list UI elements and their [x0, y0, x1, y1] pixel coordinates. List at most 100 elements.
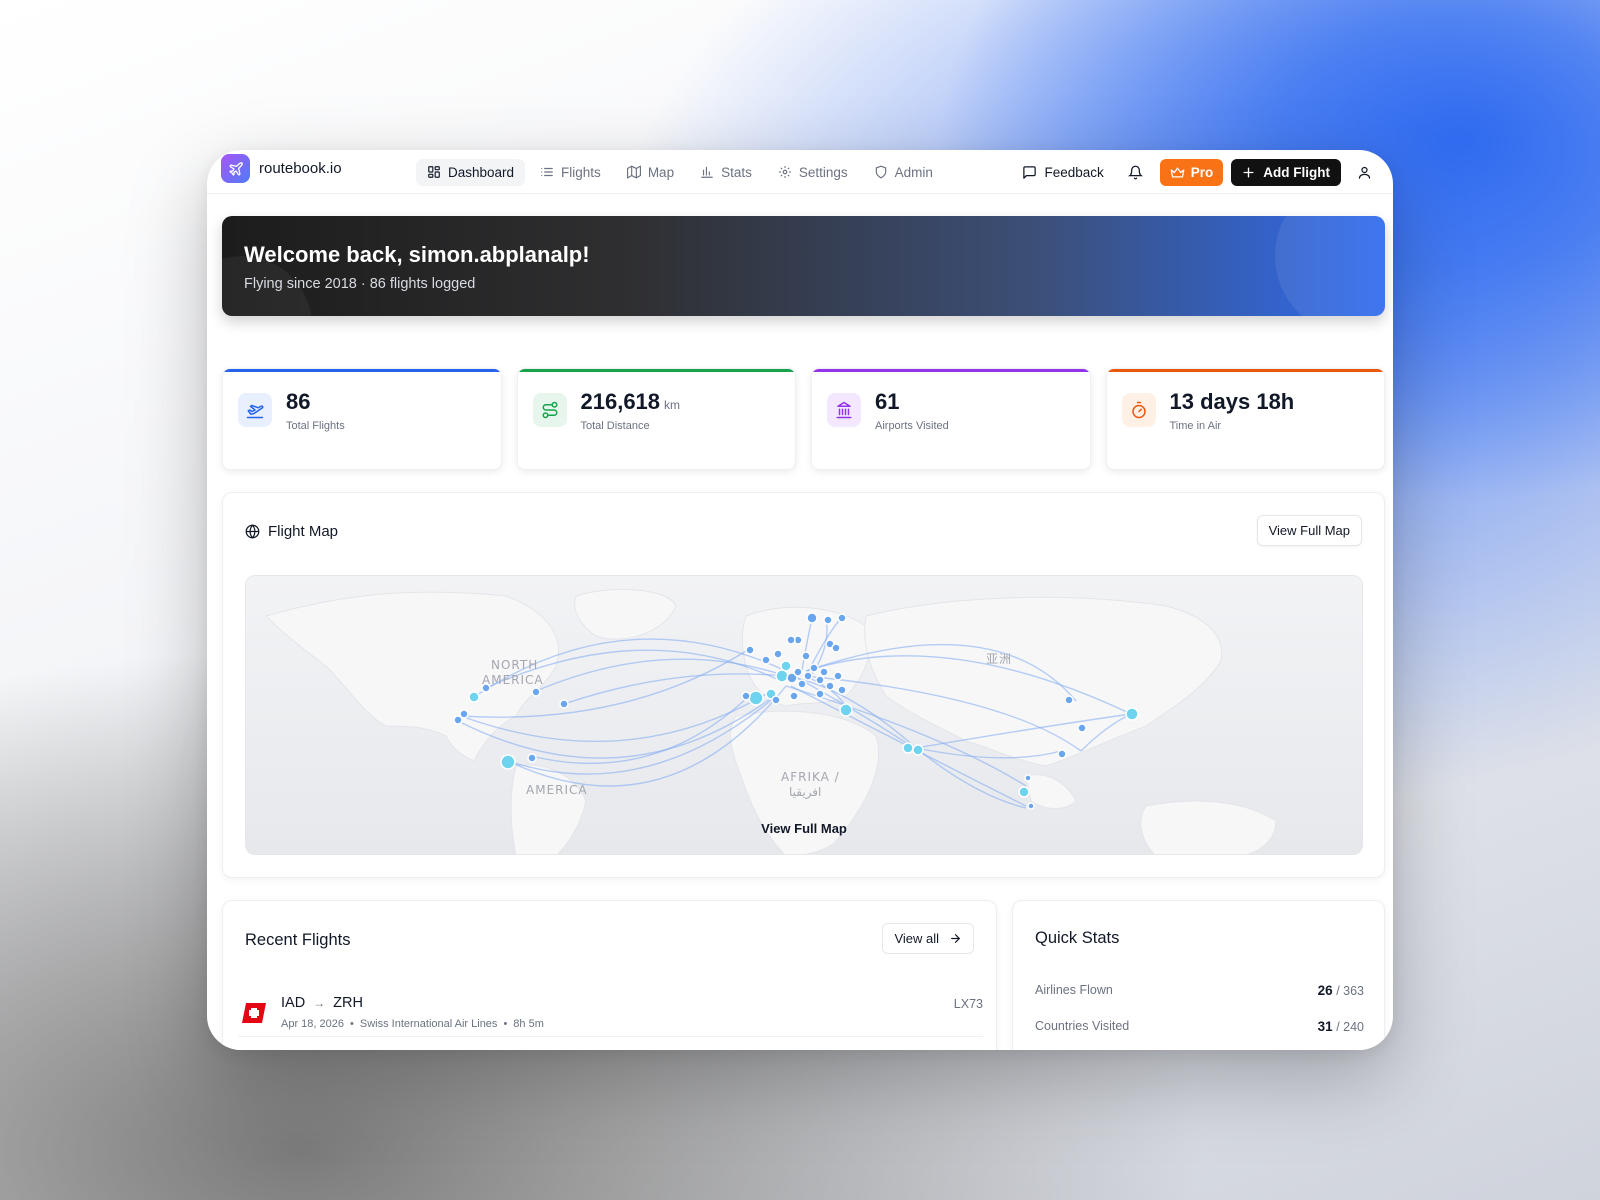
flight-airline: Swiss International Air Lines	[359, 1018, 498, 1030]
map-label-asia: 亚洲	[986, 652, 1012, 666]
welcome-title: Welcome back, simon.abplanalp!	[244, 242, 590, 267]
quick-stats-title: Quick Stats	[1035, 929, 1120, 947]
nav-stats[interactable]: Stats	[689, 159, 763, 186]
flight-route: IAD → ZRH	[281, 995, 363, 1011]
nav-actions: Feedback Pro Add Flight	[1014, 150, 1379, 194]
flight-map-title-text: Flight Map	[268, 523, 339, 540]
stat-label: Time in Air	[1169, 420, 1222, 432]
route-icon	[532, 393, 567, 427]
map-icon	[626, 165, 641, 179]
stat-card-total-flights: 86 Total Flights	[222, 368, 502, 470]
main-menu: Dashboard Flights Map Stats Settings Adm…	[416, 150, 944, 194]
flight-row[interactable]: IAD → ZRH Apr 18, 2026 • Swiss Internati…	[238, 987, 983, 1037]
notifications-button[interactable]	[1120, 157, 1152, 187]
dot-separator-icon: •	[350, 1018, 354, 1030]
brand-name: routebook.io	[259, 160, 342, 177]
add-flight-label: Add Flight	[1263, 164, 1330, 180]
add-flight-button[interactable]: Add Flight	[1231, 158, 1341, 186]
feedback-label: Feedback	[1044, 164, 1104, 180]
view-full-map-button[interactable]: View Full Map	[1256, 515, 1362, 546]
brand[interactable]: routebook.io	[221, 154, 342, 183]
user-icon	[1358, 166, 1370, 179]
map-label-south-america: AMERICA	[526, 783, 588, 797]
nav-settings-label: Settings	[798, 164, 848, 180]
nav-settings[interactable]: Settings	[767, 159, 859, 186]
stat-unit: km	[664, 398, 681, 412]
welcome-subtitle: Flying since 2018 · 86 flights logged	[244, 276, 476, 292]
stat-accent-bar	[812, 369, 1090, 372]
landmark-icon	[827, 393, 861, 427]
nav-admin-label: Admin	[894, 164, 933, 180]
flight-map-card: Flight Map View Full Map NORTH AMERICA A…	[222, 492, 1385, 878]
map-label-north: NORTH	[491, 658, 538, 672]
flight-number: LX73	[953, 997, 983, 1011]
nav-flights-label: Flights	[561, 164, 601, 180]
world-map[interactable]: NORTH AMERICA AMERICA AFRIKA / افريقيا 亚…	[245, 575, 1363, 855]
plane-logo-icon	[221, 154, 250, 183]
nav-stats-label: Stats	[721, 164, 752, 180]
nav-dashboard-label: Dashboard	[448, 164, 515, 180]
gear-icon	[779, 166, 791, 178]
shield-icon	[875, 165, 886, 179]
stat-card-total-distance: 216,618 km Total Distance	[516, 368, 796, 470]
quick-stat-label: Countries Visited	[1035, 1019, 1130, 1033]
nav-map-label: Map	[647, 164, 675, 180]
nav-map[interactable]: Map	[616, 159, 685, 186]
welcome-banner: Welcome back, simon.abplanalp! Flying si…	[222, 216, 1385, 316]
crown-icon	[1170, 167, 1185, 177]
stat-value: 61	[875, 389, 900, 414]
map-label-north-america: AMERICA	[482, 673, 544, 687]
nav-dashboard[interactable]: Dashboard	[416, 158, 526, 186]
globe-icon	[245, 524, 260, 539]
bell-icon	[1128, 165, 1144, 179]
stat-label: Airports Visited	[875, 420, 949, 432]
user-menu-button[interactable]	[1349, 157, 1379, 187]
map-canvas: NORTH AMERICA AMERICA AFRIKA / افريقيا 亚…	[246, 576, 1362, 854]
recent-flights-card: Recent Flights View all IAD → ZRH Apr 18…	[222, 900, 997, 1050]
nav-flights[interactable]: Flights	[529, 159, 612, 186]
pro-label: Pro	[1190, 164, 1214, 180]
stat-accent-bar	[517, 369, 795, 372]
dashboard-icon	[428, 166, 440, 178]
plus-icon	[1243, 166, 1254, 178]
map-label-africa-arabic: افريقيا	[789, 785, 821, 800]
feedback-button[interactable]: Feedback	[1014, 160, 1111, 185]
swiss-airline-logo-icon	[242, 1003, 266, 1023]
flight-meta: Apr 18, 2026 • Swiss International Air L…	[281, 1018, 544, 1030]
flight-destination: ZRH	[333, 995, 363, 1011]
map-view-full-map-link[interactable]: View Full Map	[761, 821, 847, 836]
flight-date: Apr 18, 2026	[281, 1018, 344, 1030]
stat-value: 86	[286, 389, 311, 414]
quick-stats-card: Quick Stats Airlines Flown 26 / 363 Coun…	[1012, 900, 1385, 1050]
arrow-right-icon	[951, 934, 960, 943]
quick-stat-airlines: Airlines Flown 26 / 363	[1035, 983, 1364, 998]
quick-stat-value: 31 / 240	[1317, 1019, 1364, 1034]
nav-admin[interactable]: Admin	[863, 159, 944, 186]
view-all-flights-button[interactable]: View all	[882, 923, 974, 954]
top-nav: routebook.io Dashboard Flights Map Stats	[207, 150, 1393, 194]
dot-separator-icon: •	[503, 1018, 508, 1030]
app-window: routebook.io Dashboard Flights Map Stats	[207, 150, 1393, 1050]
stat-card-airports-visited: 61 Airports Visited	[811, 368, 1091, 470]
quick-stat-label: Airlines Flown	[1035, 983, 1113, 997]
stat-accent-bar	[223, 369, 501, 372]
stat-label: Total Flights	[286, 420, 345, 432]
quick-stat-value: 26 / 363	[1317, 983, 1364, 998]
timer-icon	[1121, 393, 1156, 427]
stats-row: 86 Total Flights 216,618 km Total Distanc…	[222, 368, 1385, 470]
list-icon	[541, 167, 553, 177]
pro-button[interactable]: Pro	[1159, 158, 1224, 186]
message-square-icon	[1023, 165, 1037, 179]
plane-departure-icon	[238, 393, 272, 427]
stat-value: 216,618 km	[580, 389, 681, 414]
stat-accent-bar	[1106, 369, 1384, 372]
map-label-africa: AFRIKA /	[781, 770, 840, 784]
stat-label: Total Distance	[580, 420, 650, 432]
flight-origin: IAD	[281, 995, 306, 1011]
stat-card-time-in-air: 13 days 18h Time in Air	[1105, 368, 1385, 470]
stat-value: 13 days 18h	[1169, 389, 1295, 414]
flight-duration: 8h 5m	[513, 1018, 544, 1030]
bar-chart-icon	[701, 166, 713, 178]
flight-map-title: Flight Map	[245, 523, 338, 540]
quick-stat-countries: Countries Visited 31 / 240	[1035, 1019, 1364, 1034]
